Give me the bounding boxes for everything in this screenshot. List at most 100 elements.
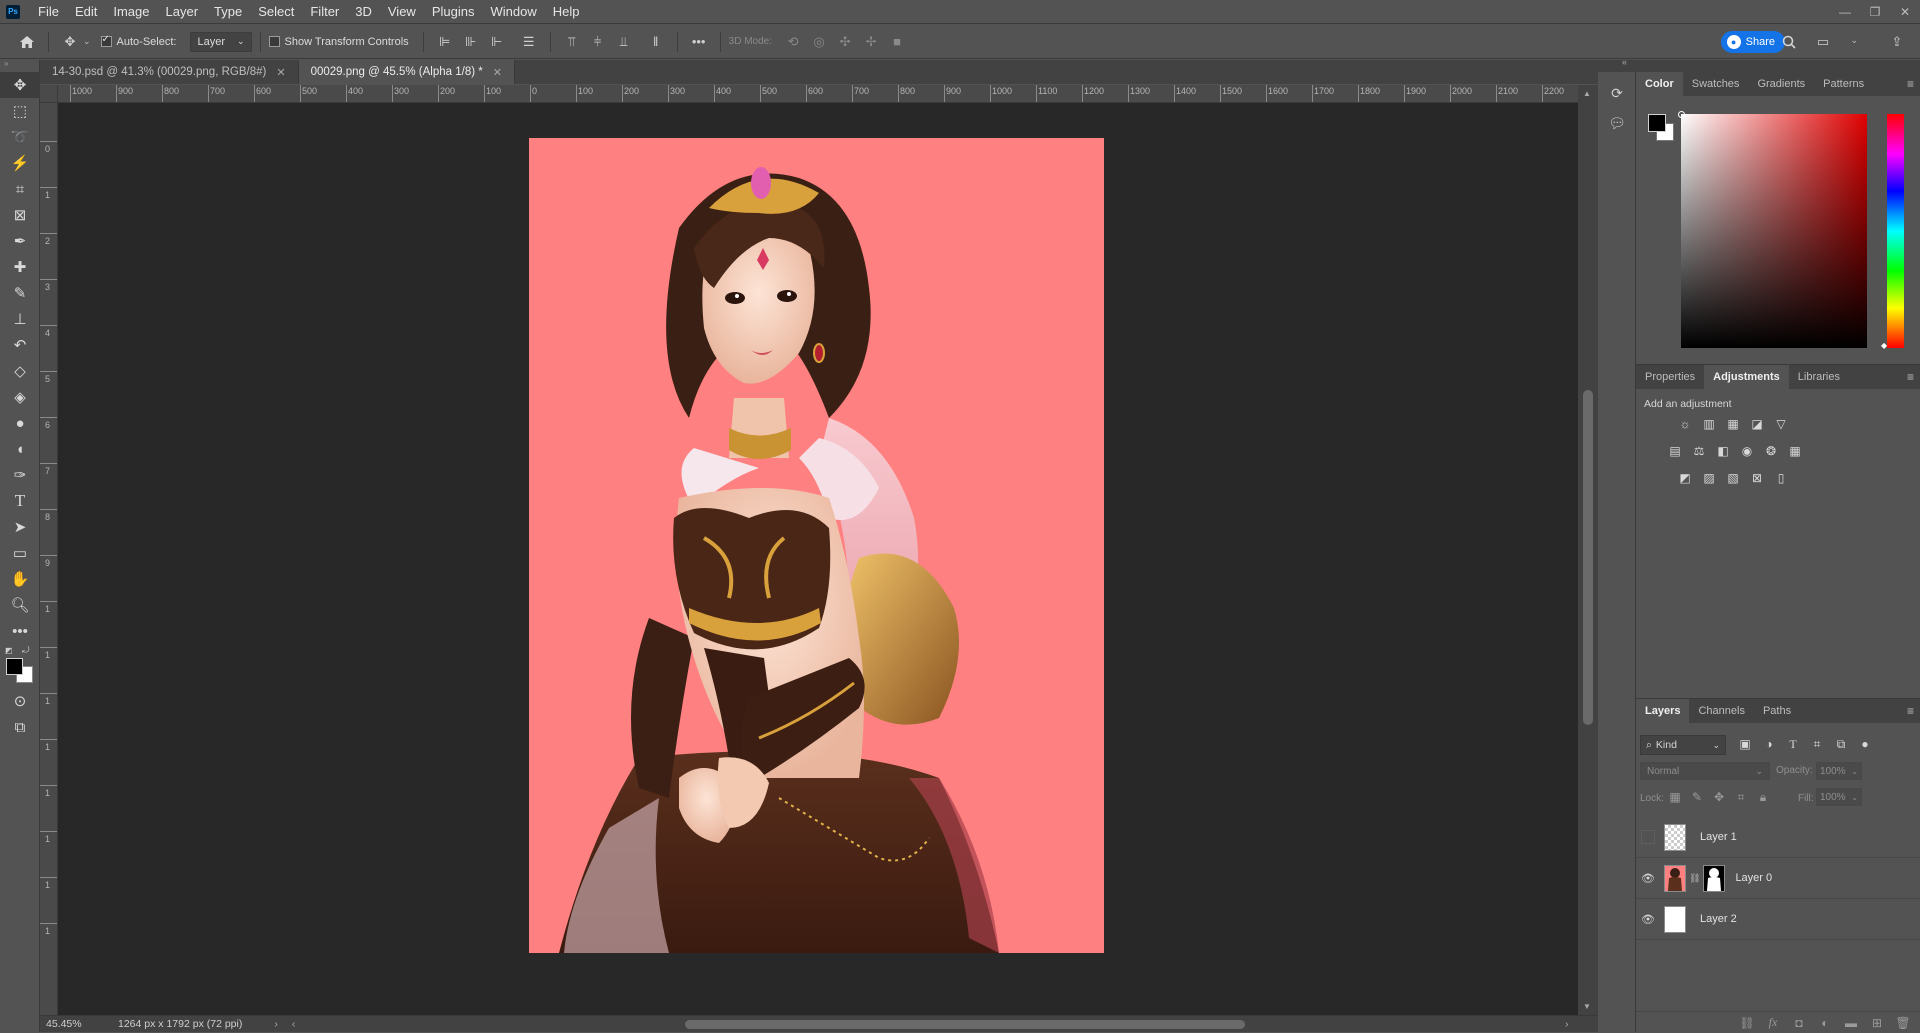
crop-tool-icon[interactable]: ⌗ [0, 176, 40, 202]
paint-bucket-tool-icon[interactable]: ◈ [0, 384, 40, 410]
scroll-up-icon[interactable]: ▲ [1583, 89, 1591, 98]
3d-camera-icon[interactable]: ■ [886, 31, 908, 53]
fill-field[interactable]: 100% ⌄ [1816, 788, 1862, 806]
new-layer-icon[interactable]: ⊞ [1868, 1014, 1886, 1032]
comments-panel-icon[interactable]: 💬︎ [1598, 108, 1636, 138]
auto-select-target-dropdown[interactable]: Layer ⌄ [190, 31, 252, 52]
foreground-color-swatch[interactable] [1648, 114, 1666, 132]
levels-icon[interactable]: ▥ [1700, 415, 1718, 433]
hue-slider-marker-icon[interactable]: ◆ [1881, 341, 1887, 350]
foreground-color-swatch[interactable] [6, 658, 23, 675]
filter-smart-object-icon[interactable]: ⧉ [1832, 735, 1850, 753]
default-colors-icon[interactable]: ◩ [5, 646, 13, 655]
auto-select-checkbox[interactable]: Auto-Select: [100, 34, 176, 48]
threshold-icon[interactable]: ▧ [1724, 469, 1742, 487]
add-mask-icon[interactable]: ◘ [1790, 1014, 1808, 1032]
align-center-h-icon[interactable]: ⊪ [460, 31, 482, 53]
panel-menu-icon[interactable]: ≡ [1907, 704, 1914, 718]
layer-row-layer-1[interactable]: Layer 1 [1636, 817, 1920, 858]
panel-menu-icon[interactable]: ≡ [1907, 370, 1914, 384]
quick-mask-icon[interactable]: ⊙ [0, 688, 40, 714]
horizontal-ruler[interactable]: 1000 900 800 700 600 500 400 300 200 100 0 100 200 30… [58, 85, 1578, 103]
document-canvas[interactable] [529, 138, 1104, 953]
history-brush-tool-icon[interactable]: ↶ [0, 332, 40, 358]
menu-select[interactable]: Select [250, 0, 302, 24]
show-transform-controls-checkbox[interactable]: Show Transform Controls [268, 36, 409, 48]
menu-help[interactable]: Help [545, 0, 588, 24]
layer-mask-thumbnail[interactable] [1703, 864, 1726, 892]
align-top-icon[interactable]: ⫪ [561, 31, 583, 53]
align-middle-v-icon[interactable]: ⫩ [587, 31, 609, 53]
screen-mode-icon[interactable]: ⧉ [0, 714, 40, 740]
pen-tool-icon[interactable]: ✑ [0, 462, 40, 488]
move-tool-preset-icon[interactable]: ✥ [59, 31, 81, 53]
menu-edit[interactable]: Edit [67, 0, 105, 24]
edit-toolbar-icon[interactable]: ••• [0, 618, 40, 644]
tab-14-30-psd[interactable]: 14-30.psd @ 41.3% (00029.png, RGB/8#) ✕ [40, 60, 299, 84]
eye-icon[interactable]: 👁︎ [1636, 872, 1660, 885]
vibrance-icon[interactable]: ▽ [1772, 415, 1790, 433]
align-bottom-icon[interactable]: ⫫ [613, 31, 635, 53]
ruler-corner[interactable] [40, 85, 58, 103]
collapse-icon[interactable]: « [1622, 57, 1627, 67]
menu-type[interactable]: Type [206, 0, 250, 24]
lasso-tool-icon[interactable]: ➰ [0, 124, 40, 150]
tab-patterns[interactable]: Patterns [1814, 72, 1873, 96]
scroll-left-icon[interactable]: ‹ [292, 1018, 296, 1030]
new-group-icon[interactable]: ▬ [1842, 1014, 1860, 1032]
chevron-down-icon[interactable]: ⌄ [1850, 35, 1858, 46]
lock-image-icon[interactable]: ✎ [1688, 788, 1706, 806]
black-white-icon[interactable]: ◧ [1714, 442, 1732, 460]
tab-gradients[interactable]: Gradients [1748, 72, 1814, 96]
menu-window[interactable]: Window [482, 0, 544, 24]
channel-mixer-icon[interactable]: ❂ [1762, 442, 1780, 460]
path-selection-tool-icon[interactable]: ➤ [0, 514, 40, 540]
lock-transparent-icon[interactable]: ▦ [1666, 788, 1684, 806]
menu-layer[interactable]: Layer [158, 0, 207, 24]
filter-shape-icon[interactable]: ⌗ [1808, 735, 1826, 753]
tab-color[interactable]: Color [1636, 72, 1683, 96]
vertical-ruler[interactable]: 0 1 2 3 4 5 6 7 8 9 1 1 1 1 1 1 1 1 [40, 103, 58, 1015]
tab-paths[interactable]: Paths [1754, 699, 1800, 723]
menu-filter[interactable]: Filter [302, 0, 347, 24]
workspace-icon[interactable]: ▭ [1812, 31, 1834, 53]
expand-toolbar-icon[interactable]: » [0, 60, 39, 68]
layer-row-layer-2[interactable]: 👁︎ Layer 2 [1636, 899, 1920, 940]
horizontal-scroll-thumb[interactable] [685, 1020, 1245, 1029]
rectangle-tool-icon[interactable]: ▭ [0, 540, 40, 566]
swap-colors-icon[interactable]: ⤾ [22, 645, 30, 656]
tab-libraries[interactable]: Libraries [1789, 365, 1849, 389]
tab-properties[interactable]: Properties [1636, 365, 1704, 389]
eye-icon[interactable]: 👁︎ [1636, 913, 1660, 926]
type-tool-icon[interactable]: T [0, 488, 40, 514]
close-tab-icon[interactable]: ✕ [276, 66, 285, 79]
brush-tool-icon[interactable]: ✎ [0, 280, 40, 306]
curves-icon[interactable]: ▦ [1724, 415, 1742, 433]
menu-3d[interactable]: 3D [347, 0, 380, 24]
history-panel-icon[interactable]: ⟳ [1598, 78, 1636, 108]
vertical-scroll-thumb[interactable] [1583, 390, 1593, 725]
photo-filter-icon[interactable]: ◉ [1738, 442, 1756, 460]
lock-artboard-icon[interactable]: ⌗ [1732, 788, 1750, 806]
scroll-right-icon[interactable]: › [1565, 1018, 1569, 1030]
blur-tool-icon[interactable]: ● [0, 410, 40, 436]
hue-saturation-icon[interactable]: ▤ [1666, 442, 1684, 460]
filter-adjustment-icon[interactable]: ◑ [1760, 735, 1778, 753]
invert-icon[interactable]: ◩ [1676, 469, 1694, 487]
gradient-map-icon[interactable]: ▯ [1772, 469, 1790, 487]
zoom-tool-icon[interactable]: 🔍︎ [0, 592, 40, 618]
delete-layer-icon[interactable]: 🗑︎ [1894, 1014, 1912, 1032]
brightness-contrast-icon[interactable]: ☼ [1676, 415, 1694, 433]
zoom-level[interactable]: 45.45% [46, 1018, 102, 1030]
3d-roll-icon[interactable]: ◎ [808, 31, 830, 53]
menu-image[interactable]: Image [105, 0, 157, 24]
tab-00029-png[interactable]: 00029.png @ 45.5% (Alpha 1/8) * ✕ [298, 60, 515, 84]
tab-channels[interactable]: Channels [1689, 699, 1753, 723]
distribute-v-icon[interactable]: ‖ [645, 31, 667, 53]
hue-slider[interactable]: ◆ [1881, 114, 1904, 350]
eraser-tool-icon[interactable]: ◇ [0, 358, 40, 384]
home-icon[interactable] [16, 31, 38, 53]
restore-icon[interactable]: ❐ [1860, 0, 1890, 24]
clone-stamp-tool-icon[interactable]: ⊥ [0, 306, 40, 332]
visibility-toggle-off[interactable] [1641, 830, 1655, 844]
